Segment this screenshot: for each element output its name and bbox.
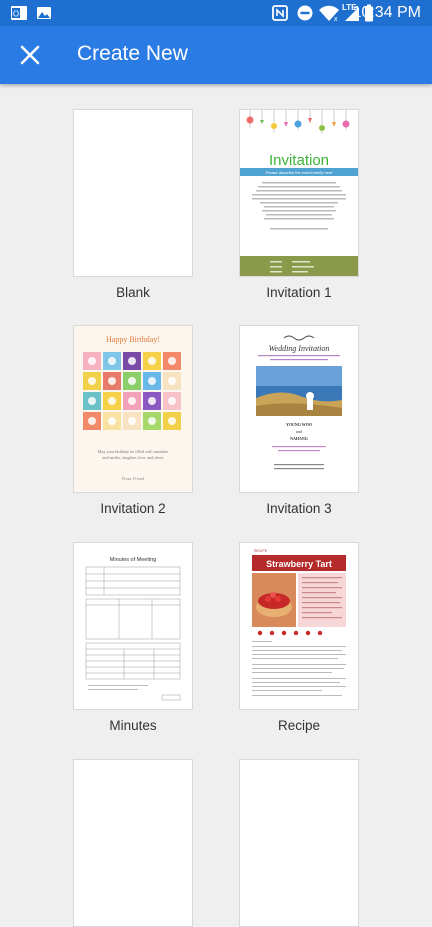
invitation-3-bride: NAHANG	[290, 436, 308, 441]
nfc-icon	[272, 5, 288, 21]
recipe-thumbnail: RECIPE Strawberry Tart	[252, 549, 346, 696]
do-not-disturb-icon	[297, 5, 313, 21]
template-card-recipe[interactable]: RECIPE Strawberry Tart	[239, 542, 359, 710]
invitation-1-subheading: Please describe the event briefly here	[266, 170, 334, 175]
invitation-3-groom: YOUNG WOO	[286, 422, 312, 427]
template-label-minutes: Minutes	[109, 718, 157, 733]
invitation-2-thumbnail: Happy Birthday! May your birthday be fil…	[74, 326, 192, 492]
gallery-icon	[37, 7, 51, 19]
status-bar: O x LTE 10:34 PM	[0, 0, 432, 26]
template-card-invitation-2[interactable]: Happy Birthday! May your birthday be fil…	[73, 325, 193, 493]
template-label-invitation-1: Invitation 1	[266, 285, 332, 300]
template-card-minutes[interactable]: Minutes of Meeting	[73, 542, 193, 710]
app-bar: Create New	[0, 26, 432, 84]
invitation-2-heading: Happy Birthday!	[106, 335, 160, 344]
svg-text:x: x	[334, 16, 338, 22]
template-card-invitation-3[interactable]: Wedding Invitation YOUNG WOO and NAHANG	[239, 325, 359, 493]
invitation-2-message-line-1: May your birthday be filled with sunshin…	[98, 449, 169, 454]
invitation-1-heading: Invitation	[269, 152, 329, 169]
template-card-next-right[interactable]	[239, 759, 359, 927]
recipe-heading: Strawberry Tart	[266, 559, 332, 569]
invitation-2-signature: From. Friend	[122, 476, 145, 481]
template-label-invitation-3: Invitation 3	[266, 501, 332, 516]
template-card-next-left[interactable]	[73, 759, 193, 927]
close-icon[interactable]	[14, 39, 46, 71]
template-card-invitation-1[interactable]: Invitation Please describe the event bri…	[239, 109, 359, 277]
recipe-badge: RECIPE	[254, 549, 268, 553]
template-label-invitation-2: Invitation 2	[100, 501, 166, 516]
invitation-3-heading: Wedding Invitation	[269, 344, 330, 353]
svg-text:O: O	[13, 10, 19, 19]
status-time: 10:34 PM	[352, 4, 421, 21]
invitation-3-and: and	[296, 429, 303, 434]
invitation-3-thumbnail: Wedding Invitation YOUNG WOO and NAHANG	[256, 335, 342, 470]
template-label-blank: Blank	[116, 285, 150, 300]
template-label-recipe: Recipe	[277, 718, 321, 733]
page-title: Create New	[77, 42, 188, 65]
minutes-heading: Minutes of Meeting	[110, 557, 156, 563]
wifi-icon: x	[319, 5, 339, 22]
minutes-thumbnail: Minutes of Meeting	[85, 557, 181, 701]
invitation-1-thumbnail: Invitation Please describe the event bri…	[240, 110, 358, 276]
outlook-icon: O	[11, 6, 27, 20]
template-card-blank[interactable]	[73, 109, 193, 277]
